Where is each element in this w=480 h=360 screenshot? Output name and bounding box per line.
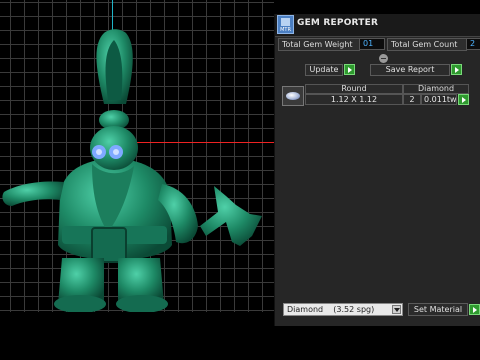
gem-material-header: Diamond (403, 84, 469, 94)
title-divider (275, 36, 480, 37)
gem-reporter-panel: MTR GEM REPORTER Total Gem Weight 01 Tot… (274, 14, 480, 326)
total-gem-count-value: 2 (466, 38, 480, 50)
viewport-bottom-bar (0, 312, 274, 360)
panel-titlebar: MTR GEM REPORTER (275, 14, 480, 36)
dwarf-pendant-model[interactable] (0, 0, 274, 312)
gem-weight-cell: 0.011tw (421, 94, 457, 105)
gem-reporter-logo-icon: MTR (277, 15, 294, 34)
total-gem-weight-label: Total Gem Weight (278, 38, 360, 51)
chevron-down-icon[interactable] (392, 305, 401, 314)
total-gem-count-label: Total Gem Count (387, 38, 467, 51)
set-material-go-icon[interactable] (469, 304, 480, 315)
gem-count-cell: 2 (403, 94, 421, 105)
round-gem-icon[interactable] (282, 86, 304, 106)
material-select-value: Diamond (3.52 spg) (287, 305, 375, 314)
total-gem-weight-value: 01 (359, 38, 385, 50)
panel-title: GEM REPORTER (297, 18, 379, 28)
save-report-button[interactable]: Save Report (370, 64, 450, 76)
logo-label: MTR (280, 27, 291, 33)
set-material-button[interactable]: Set Material (408, 303, 468, 316)
gem-size-cell: 1.12 X 1.12 (305, 94, 403, 105)
collapse-toggle-icon[interactable] (379, 54, 388, 63)
gem-row-go-icon[interactable] (458, 94, 469, 105)
update-go-icon[interactable] (344, 64, 355, 75)
save-report-go-icon[interactable] (451, 64, 462, 75)
gem-shape-header: Round (305, 84, 403, 94)
3d-viewport[interactable] (0, 0, 274, 360)
material-select[interactable]: Diamond (3.52 spg) (283, 303, 403, 316)
update-button[interactable]: Update (305, 64, 343, 76)
